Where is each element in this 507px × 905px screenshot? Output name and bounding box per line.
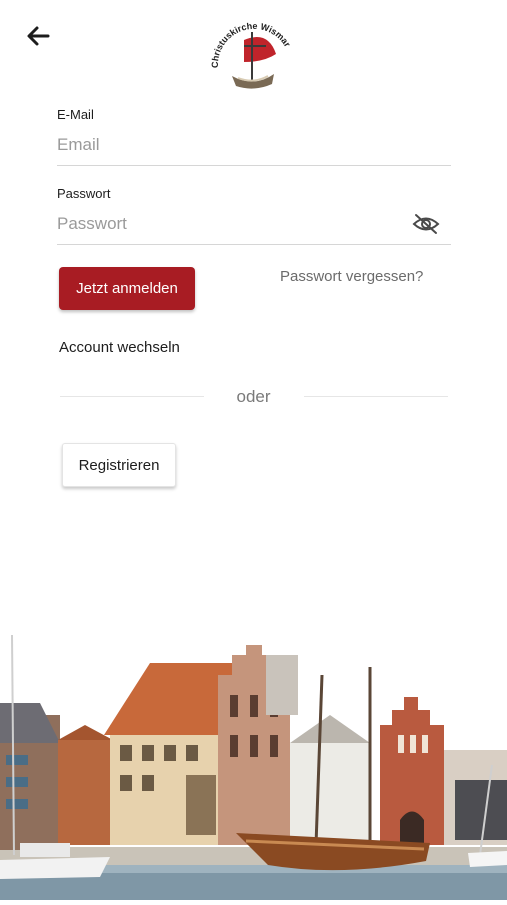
email-field[interactable]: [57, 131, 450, 159]
forgot-password-link[interactable]: Passwort vergessen?: [280, 268, 423, 285]
email-label: E-Mail: [57, 107, 94, 122]
register-button[interactable]: Registrieren: [62, 443, 176, 487]
password-label: Passwort: [57, 186, 111, 201]
divider-right: [304, 396, 448, 397]
login-button[interactable]: Jetzt anmelden: [59, 267, 195, 310]
arrow-left-icon: [27, 26, 50, 46]
wismar-harbor-photo: [0, 615, 507, 900]
password-underline: [57, 244, 451, 245]
email-underline: [57, 165, 451, 166]
divider-label: oder: [236, 387, 271, 406]
password-field[interactable]: [57, 210, 397, 238]
back-button[interactable]: [22, 20, 54, 52]
eye-off-icon: [412, 214, 440, 234]
switch-account-link[interactable]: Account wechseln: [59, 339, 180, 356]
toggle-password-visibility[interactable]: [412, 212, 440, 236]
church-logo: Christuskirche Wismar: [208, 18, 300, 96]
